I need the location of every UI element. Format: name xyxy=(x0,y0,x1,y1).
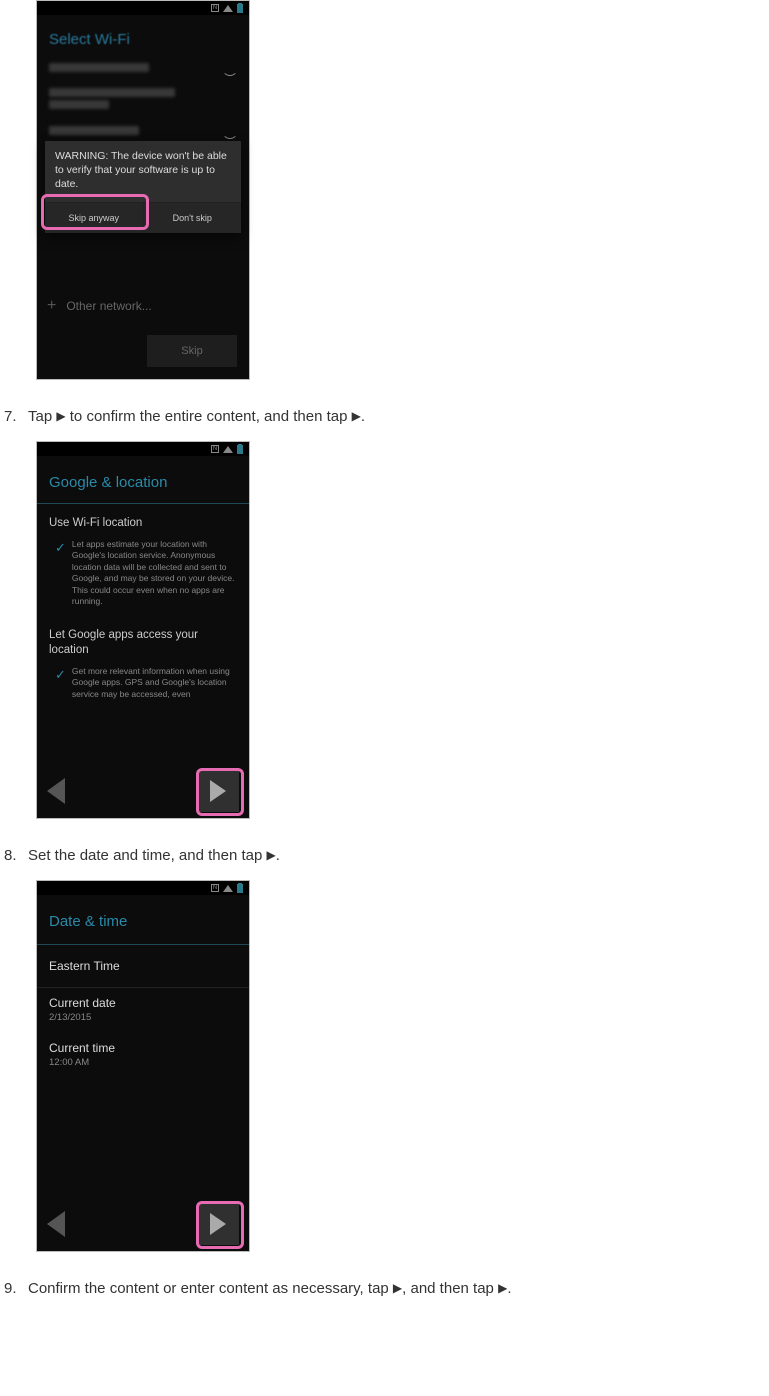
current-date-row[interactable]: Current date 2/13/2015 xyxy=(37,988,249,1033)
step-number: 8. xyxy=(0,847,28,864)
back-button[interactable] xyxy=(47,778,65,804)
step-text: Set the date and time, and then tap ▶. xyxy=(28,845,280,866)
step-9: 9. Confirm the content or enter content … xyxy=(0,1278,769,1299)
wifi-icon xyxy=(223,62,237,72)
status-bar: N xyxy=(37,881,249,895)
current-date-value: 2/13/2015 xyxy=(49,1012,237,1023)
skip-anyway-button[interactable]: Skip anyway xyxy=(45,203,144,233)
signal-icon xyxy=(223,885,233,892)
other-network-row[interactable]: + Other network... xyxy=(47,297,152,315)
wifi-location-label: Use Wi-Fi location xyxy=(37,504,249,535)
google-apps-location-option[interactable]: ✓ Get more relevant information when usi… xyxy=(37,662,249,708)
check-icon: ✓ xyxy=(55,540,66,556)
warning-dialog: WARNING: The device won't be able to ver… xyxy=(45,141,241,233)
forward-button[interactable] xyxy=(197,770,239,812)
play-icon: ▶ xyxy=(498,1281,507,1295)
step-number: 7. xyxy=(0,408,28,425)
current-time-row[interactable]: Current time 12:00 AM xyxy=(37,1033,249,1078)
timezone-row[interactable]: Eastern Time xyxy=(37,945,249,988)
wifi-location-desc: Let apps estimate your location with Goo… xyxy=(72,539,237,608)
play-icon xyxy=(210,1213,226,1235)
plus-icon: + xyxy=(47,297,56,315)
dialog-message: WARNING: The device won't be able to ver… xyxy=(45,141,241,202)
play-icon: ▶ xyxy=(393,1281,402,1295)
wifi-icon xyxy=(223,125,237,135)
step-text: Tap ▶ to confirm the entire content, and… xyxy=(28,406,365,427)
step-7: 7. Tap ▶ to confirm the entire content, … xyxy=(0,406,769,427)
current-date-label: Current date xyxy=(49,996,237,1010)
battery-icon xyxy=(237,4,243,13)
status-bar: N xyxy=(37,1,249,15)
signal-icon xyxy=(223,446,233,453)
nav-footer xyxy=(37,764,249,818)
step-number: 9. xyxy=(0,1280,28,1297)
step-text: Confirm the content or enter content as … xyxy=(28,1278,511,1299)
play-icon xyxy=(210,780,226,802)
forward-button[interactable] xyxy=(197,1203,239,1245)
play-icon: ▶ xyxy=(352,409,361,423)
nfc-icon: N xyxy=(211,4,219,12)
screenshot-google-location: N Google & location Use Wi-Fi location ✓… xyxy=(36,441,250,819)
wifi-network-list xyxy=(37,54,249,143)
back-button[interactable] xyxy=(47,1211,65,1237)
battery-icon xyxy=(237,884,243,893)
signal-icon xyxy=(223,5,233,12)
current-time-label: Current time xyxy=(49,1041,237,1055)
battery-icon xyxy=(237,445,243,454)
dont-skip-button[interactable]: Don't skip xyxy=(144,203,242,233)
google-apps-location-desc: Get more relevant information when using… xyxy=(72,666,237,700)
screenshot-date-time: N Date & time Eastern Time Current date … xyxy=(36,880,250,1252)
skip-button[interactable]: Skip xyxy=(147,335,237,367)
status-bar: N xyxy=(37,442,249,456)
other-network-label: Other network... xyxy=(66,299,151,313)
screenshot-wifi-dialog: N Select Wi-Fi WARNING: The device won't… xyxy=(36,0,250,380)
check-icon: ✓ xyxy=(55,667,66,683)
step-8: 8. Set the date and time, and then tap ▶… xyxy=(0,845,769,866)
screen-title: Select Wi-Fi xyxy=(37,15,249,54)
wifi-location-option[interactable]: ✓ Let apps estimate your location with G… xyxy=(37,535,249,616)
current-time-value: 12:00 AM xyxy=(49,1057,237,1068)
screen-title: Google & location xyxy=(37,456,249,504)
google-apps-location-label: Let Google apps access your location xyxy=(37,616,249,662)
screen-title: Date & time xyxy=(37,895,249,945)
nfc-icon: N xyxy=(211,884,219,892)
nav-footer xyxy=(37,1197,249,1251)
nfc-icon: N xyxy=(211,445,219,453)
play-icon: ▶ xyxy=(267,848,276,862)
play-icon: ▶ xyxy=(56,409,65,423)
